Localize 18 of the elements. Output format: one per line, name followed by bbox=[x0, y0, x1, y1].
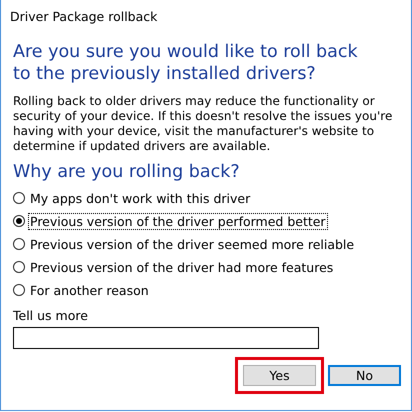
radio-label[interactable]: Previous version of the driver performed better bbox=[28, 212, 328, 230]
radio-label[interactable]: Previous version of the driver had more features bbox=[28, 258, 336, 276]
radio-label[interactable]: For another reason bbox=[28, 282, 151, 298]
dialog-heading: Are you sure you would like to roll back to the previously installed drivers? bbox=[13, 41, 359, 85]
radio-button[interactable] bbox=[13, 238, 25, 250]
radio-label[interactable]: Previous version of the driver seemed more reliable bbox=[28, 236, 356, 252]
dialog-button[interactable]: Yes bbox=[243, 365, 316, 386]
description-text: Rolling back to older drivers may reduce the functionality or security of your device. If this doesn't resolve the issues you're having with your device, visit the manufacturer's website to determine if updated drivers are available. bbox=[13, 94, 394, 154]
radio-label[interactable]: My apps don't work with this driver bbox=[28, 190, 252, 206]
radio-button[interactable] bbox=[13, 192, 25, 204]
radio-button[interactable] bbox=[13, 215, 25, 227]
dialog-button[interactable]: No bbox=[328, 365, 401, 386]
field-label: Tell us more bbox=[13, 308, 89, 323]
section-heading: Why are you rolling back? bbox=[13, 161, 241, 183]
radio-button[interactable] bbox=[13, 261, 25, 273]
input-field[interactable] bbox=[13, 327, 319, 349]
radio-button[interactable] bbox=[13, 284, 25, 296]
window-title: Driver Package rollback bbox=[9, 8, 158, 26]
